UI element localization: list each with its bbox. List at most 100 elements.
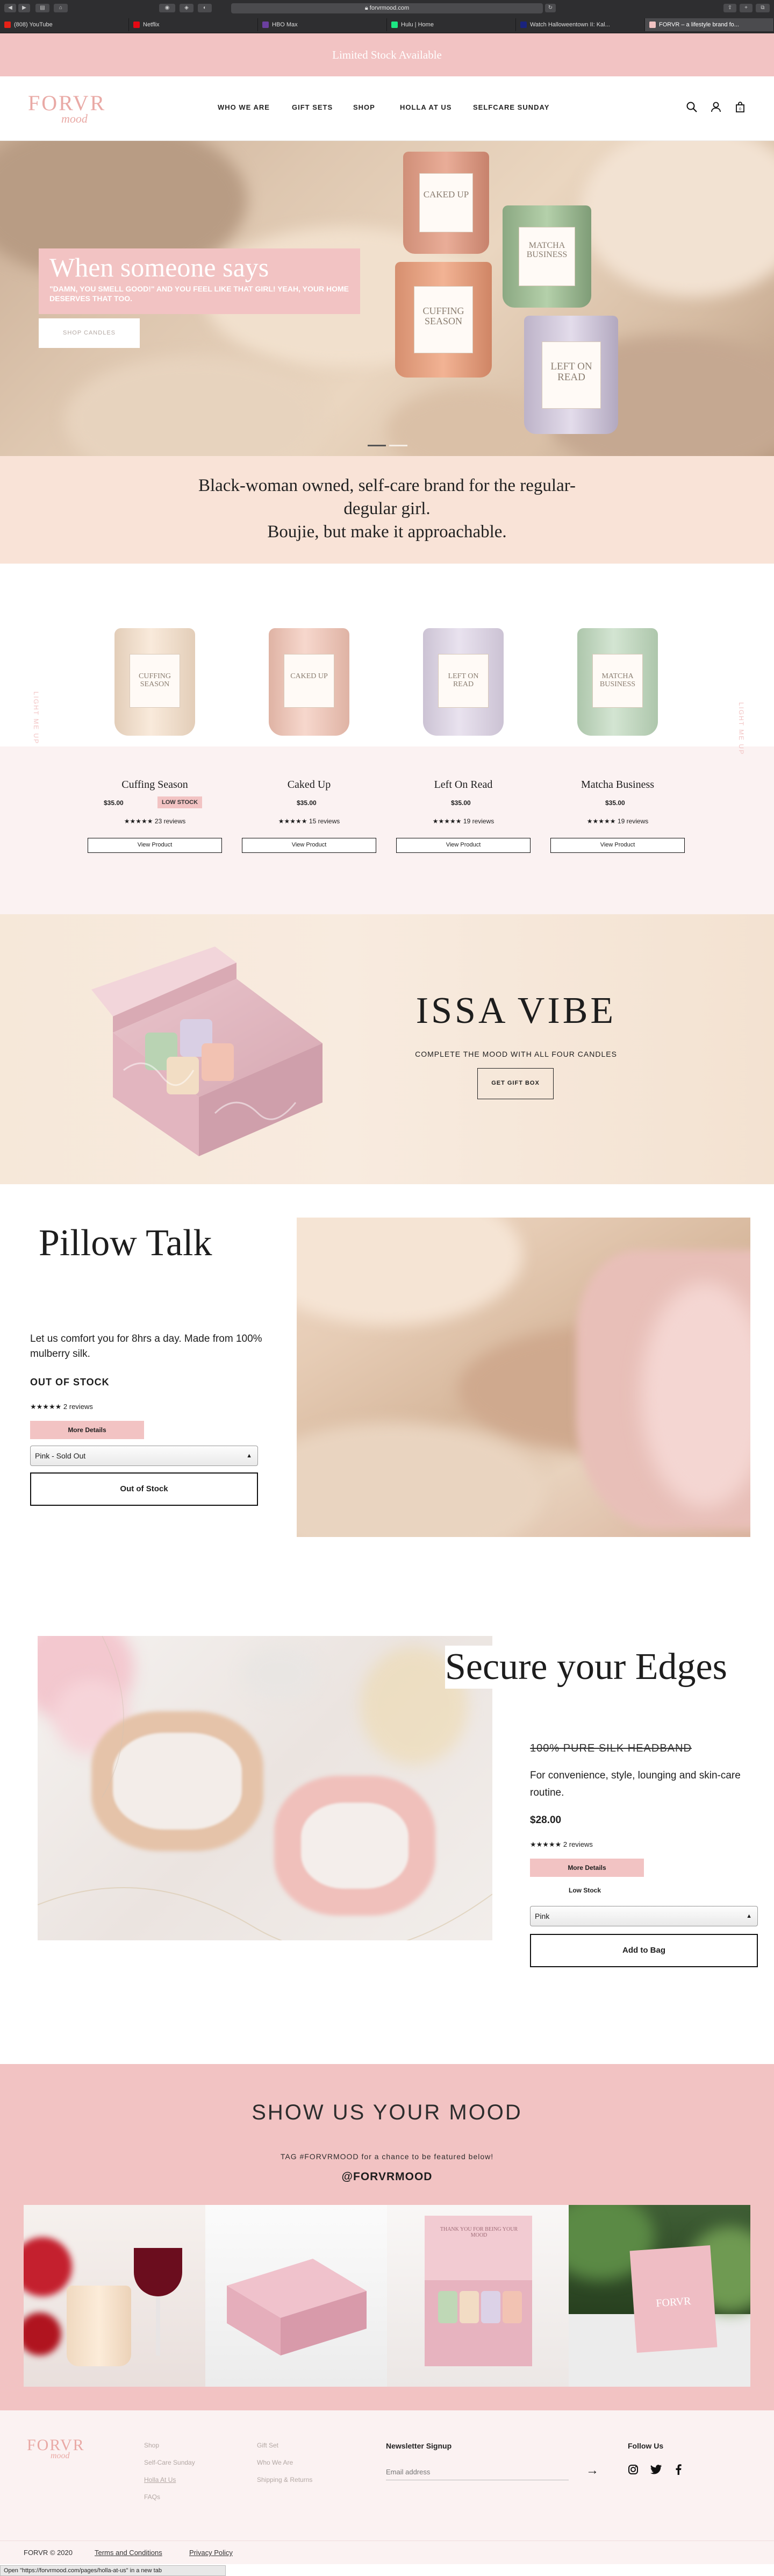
product-rating[interactable]: ★★★★★ 19 reviews [550,817,685,825]
extension-icon[interactable]: ◉ [159,4,175,12]
gallery-image-gift-box[interactable] [205,2205,387,2387]
promo-banner: Limited Stock Available [0,33,774,76]
view-product-button[interactable]: View Product [88,838,222,853]
twitter-icon[interactable] [650,2464,662,2475]
footer-logo[interactable]: FORVR mood [27,2436,85,2461]
pillow-out-of-stock-button[interactable]: Out of Stock [30,1472,258,1506]
select-value: Pink - Sold Out [35,1451,86,1460]
product-image[interactable]: MATCHA BUSINESS [577,628,658,736]
footer-link-holla-at-us[interactable]: Holla At Us [144,2476,176,2484]
theme-icon[interactable]: ◐ [198,4,212,12]
terms-link[interactable]: Terms and Conditions [95,2549,162,2557]
back-icon[interactable]: ◀ [4,4,16,12]
forward-icon[interactable]: ▶ [18,4,30,12]
pillow-stock-status: OUT OF STOCK [30,1377,110,1387]
footer-link-self-care-sunday[interactable]: Self-Care Sunday [144,2459,195,2466]
gallery-image-candle-wine[interactable] [24,2205,205,2387]
instagram-icon[interactable] [628,2464,639,2475]
gift-box-icon [227,2259,367,2356]
product-image[interactable]: CUFFING SEASON [114,628,195,736]
slide-dot-active[interactable] [368,445,386,446]
product-rating[interactable]: ★★★★★ 19 reviews [396,817,531,825]
newsletter-submit-arrow-icon[interactable]: → [586,2463,599,2478]
browser-tab[interactable]: HBO Max [258,18,387,31]
promo-text: Limited Stock Available [332,48,442,61]
nav-who-we-are[interactable]: WHO WE ARE [218,103,270,111]
footer-link-who-we-are[interactable]: Who We Are [257,2459,293,2466]
share-icon[interactable]: ⇪ [723,4,736,12]
review-count: 19 reviews [617,817,649,825]
star-icons: ★★★★★ [586,817,616,825]
nav-gift-sets[interactable]: GIFT SETS [292,103,333,111]
brand-tagline: Black-woman owned, self-care brand for t… [0,456,774,564]
tab-label: Netflix [143,22,160,28]
privacy-link[interactable]: Privacy Policy [189,2549,233,2557]
browser-tab[interactable]: FORVR – a lifestyle brand fo... [645,18,774,31]
footer-bottom-bar: FORVR © 2020 Terms and Conditions Privac… [0,2541,774,2564]
browser-tab[interactable]: Watch Halloweentown II: Kal... [516,18,645,31]
browser-tab[interactable]: Netflix [129,18,258,31]
shield-icon[interactable]: ◈ [180,4,194,12]
tab-overview-icon[interactable]: ⧉ [756,4,770,12]
svg-text:0: 0 [739,108,741,111]
url-text: forvrmood.com [369,5,410,11]
facebook-icon[interactable] [675,2464,682,2475]
product-rating[interactable]: ★★★★★ 15 reviews [242,817,376,825]
newsletter-email-input[interactable] [386,2464,569,2480]
product-name[interactable]: Cuffing Season [88,779,222,791]
product-label: CAKED UP [284,654,334,708]
nav-holla-at-us[interactable]: HOLLA AT US [400,103,452,111]
edges-rating[interactable]: ★★★★★ 2 reviews [530,1840,593,1849]
view-product-button[interactable]: View Product [242,838,376,853]
pillow-title: Pillow Talk [39,1222,212,1264]
product-rating[interactable]: ★★★★★ 23 reviews [88,817,222,825]
tagline-line: Boujie, but make it approachable. [267,522,507,542]
vibe-title: ISSA VIBE [415,990,617,1031]
product-price: $35.00 [451,799,471,807]
new-tab-icon[interactable]: + [740,4,752,12]
browser-tab[interactable]: (808) YouTube [0,18,129,31]
pillow-rating[interactable]: ★★★★★ 2 reviews [30,1403,93,1411]
footer-link-shipping[interactable]: Shipping & Returns [257,2476,312,2484]
nav-shop[interactable]: SHOP [353,103,375,111]
cart-icon[interactable]: 0 [734,101,746,113]
reload-icon[interactable]: ↻ [545,4,556,12]
product-name[interactable]: Matcha Business [550,779,685,791]
tab-label: Hulu | Home [401,22,434,28]
tagline-line: Black-woman owned, self-care brand for t… [198,476,576,495]
logo[interactable]: FORVR mood [28,92,109,128]
vibe-subtitle: COMPLETE THE MOOD WITH ALL FOUR CANDLES [415,1050,617,1058]
product-image[interactable]: LEFT ON READ [423,628,504,736]
product-name[interactable]: Caked Up [242,779,376,791]
browser-status-bar: Open "https://forvrmood.com/pages/holla-… [0,2565,226,2576]
slide-dot[interactable] [389,445,407,446]
view-product-button[interactable]: View Product [550,838,685,853]
edges-more-details-button[interactable]: More Details [530,1859,644,1877]
nav-selfcare-sunday[interactable]: SELFCARE SUNDAY [473,103,549,111]
account-icon[interactable] [710,101,722,113]
shop-candles-button[interactable]: SHOP CANDLES [39,318,140,348]
footer-link-faqs[interactable]: FAQs [144,2493,160,2501]
sidebar-icon[interactable]: ▤ [35,4,49,12]
pillow-variant-select[interactable]: Pink - Sold Out ▲ [30,1446,258,1466]
edges-variant-select[interactable]: Pink ▲ [530,1906,758,1926]
get-gift-box-button[interactable]: GET GIFT BOX [477,1068,554,1099]
home-icon[interactable]: ⌂ [54,4,68,12]
review-count: 19 reviews [463,817,494,825]
pillow-more-details-button[interactable]: More Details [30,1421,144,1439]
search-icon[interactable] [686,101,698,113]
url-bar[interactable]: 🔒︎ forvrmood.com [231,3,543,13]
instagram-handle[interactable]: @FORVRMOOD [0,2171,774,2183]
marble-veins [38,1636,492,1940]
view-product-button[interactable]: View Product [396,838,531,853]
footer-link-shop[interactable]: Shop [144,2442,159,2449]
browser-tab[interactable]: Hulu | Home [387,18,516,31]
gallery-image-open-box[interactable]: THANK YOU FOR BEING YOUR MOOD [387,2205,569,2387]
product-name[interactable]: Left On Read [396,779,531,791]
footer-link-gift-set[interactable]: Gift Set [257,2442,278,2449]
gallery-image-box-plant[interactable]: FORVR [569,2205,750,2387]
edges-title: Secure your Edges [445,1646,768,1689]
product-band [0,746,774,914]
add-to-bag-button[interactable]: Add to Bag [530,1934,758,1967]
product-image[interactable]: CAKED UP [269,628,349,736]
